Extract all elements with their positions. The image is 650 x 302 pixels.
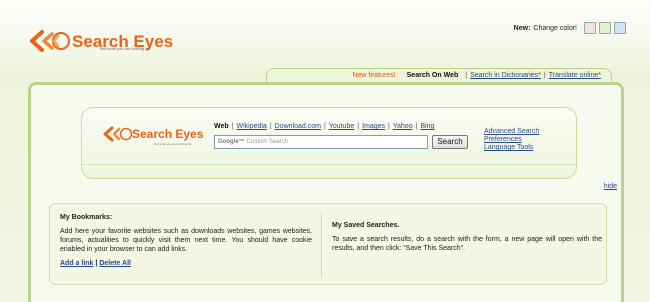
search-placeholder: Custom Search: [246, 139, 289, 145]
engine-separator: |: [231, 123, 234, 130]
saved-searches-panel: My Saved Searches. To save a search resu…: [332, 222, 602, 253]
tab-translate-online[interactable]: Translate online*: [549, 72, 601, 79]
main-panel: Search Eyes find what you are looking fo…: [28, 82, 624, 302]
engine-images[interactable]: Images: [362, 123, 385, 130]
engine-separator: |: [415, 123, 418, 130]
new-features-link[interactable]: New features!: [352, 72, 395, 79]
eyes-logo-icon: [30, 30, 70, 52]
info-panels: My Bookmarks: Add here your favorite web…: [49, 203, 607, 285]
advanced-search-link[interactable]: Advanced Search: [484, 128, 539, 136]
engine-separator: |: [323, 123, 326, 130]
engine-separator: |: [388, 123, 390, 130]
color-swatch-blue[interactable]: [614, 22, 626, 34]
search-logo: Search Eyes find what you are looking fo…: [102, 126, 204, 146]
tab-separator: |: [465, 72, 468, 79]
color-swatch-pink[interactable]: [584, 22, 596, 34]
bookmark-actions: Add a link | Delete All: [60, 260, 312, 267]
bookmarks-title: My Bookmarks:: [60, 214, 113, 221]
saved-title: My Saved Searches.: [332, 222, 400, 229]
delete-all-button[interactable]: Delete All: [99, 260, 131, 267]
engine-youtube[interactable]: Youtube: [329, 123, 354, 130]
engine-yahoo[interactable]: Yahoo: [393, 123, 413, 130]
search-button[interactable]: Search: [432, 135, 468, 149]
eyes-logo-icon: [103, 126, 132, 142]
bookmarks-panel: My Bookmarks: Add here your favorite web…: [60, 214, 312, 267]
search-logo-tagline: find what you are looking for: [154, 142, 192, 146]
logo-tagline: find what you are looking for: [100, 46, 151, 51]
color-swatch-green[interactable]: [599, 22, 611, 34]
add-link-button[interactable]: Add a link: [60, 260, 93, 267]
engine-download[interactable]: Download.com: [275, 123, 321, 130]
change-color-label: Change color!: [533, 24, 577, 32]
panel-divider: [321, 212, 322, 278]
preferences-link[interactable]: Preferences: [484, 136, 539, 144]
saved-text: To save a search results, do a search wi…: [332, 236, 602, 252]
engine-separator: |: [357, 123, 360, 130]
new-label: New:: [513, 24, 531, 32]
bookmarks-text: Add here your favorite websites such as …: [60, 228, 312, 253]
search-box-footer: [82, 164, 576, 178]
hide-link[interactable]: hide: [604, 183, 617, 190]
search-box: Search Eyes find what you are looking fo…: [81, 107, 577, 179]
search-mode-tabs: New features! Search On Web | Search in …: [266, 68, 612, 82]
google-watermark: Google™: [218, 139, 245, 145]
language-tools-link[interactable]: Language Tools: [484, 144, 539, 152]
engine-web[interactable]: Web: [214, 123, 229, 130]
tab-search-on-web[interactable]: Search On Web: [407, 72, 459, 79]
engine-separator: |: [269, 123, 272, 130]
engine-selector: Web | Wikipedia | Download.com | Youtube…: [214, 123, 434, 130]
color-picker: New: Change color!: [514, 22, 626, 34]
bookmark-separator: |: [95, 260, 98, 267]
engine-bing[interactable]: Bing: [420, 123, 434, 130]
engine-wikipedia[interactable]: Wikipedia: [236, 123, 266, 130]
tab-separator: |: [543, 72, 546, 79]
advanced-links: Advanced Search Preferences Language Too…: [484, 128, 539, 152]
search-input[interactable]: Google™ Custom Search: [214, 135, 428, 149]
search-logo-text: Search Eyes: [132, 127, 204, 141]
tab-search-dictionaries[interactable]: Search in Dictionaries*: [470, 72, 541, 79]
